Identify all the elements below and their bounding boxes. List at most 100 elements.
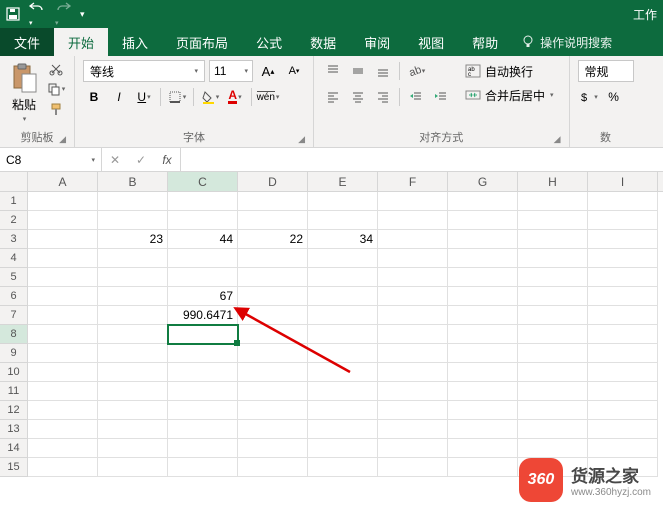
cell-H3[interactable] xyxy=(518,230,588,249)
merge-center-button[interactable]: 合并后居中 ▾ xyxy=(458,84,561,106)
cell-A8[interactable] xyxy=(28,325,98,344)
cell-G5[interactable] xyxy=(448,268,518,287)
cell-E7[interactable] xyxy=(308,306,378,325)
cell-F10[interactable] xyxy=(378,363,448,382)
phonetic-button[interactable]: wén▾ xyxy=(257,86,279,108)
cell-E13[interactable] xyxy=(308,420,378,439)
tab-data[interactable]: 数据 xyxy=(296,28,350,56)
cell-H14[interactable] xyxy=(518,439,588,458)
cell-E2[interactable] xyxy=(308,211,378,230)
cell-H13[interactable] xyxy=(518,420,588,439)
cell-I14[interactable] xyxy=(588,439,658,458)
cell-D5[interactable] xyxy=(238,268,308,287)
cell-C3[interactable]: 44 xyxy=(168,230,238,249)
row-header[interactable]: 4 xyxy=(0,249,28,268)
row-header[interactable]: 14 xyxy=(0,439,28,458)
col-header-H[interactable]: H xyxy=(518,172,588,191)
cell-E10[interactable] xyxy=(308,363,378,382)
cell-I13[interactable] xyxy=(588,420,658,439)
qat-customize-icon[interactable]: ▾ xyxy=(80,9,85,20)
cell-E12[interactable] xyxy=(308,401,378,420)
cell-E8[interactable] xyxy=(308,325,378,344)
cell-D14[interactable] xyxy=(238,439,308,458)
cell-G6[interactable] xyxy=(448,287,518,306)
cell-D15[interactable] xyxy=(238,458,308,477)
cell-D2[interactable] xyxy=(238,211,308,230)
cell-G7[interactable] xyxy=(448,306,518,325)
cell-A12[interactable] xyxy=(28,401,98,420)
cell-B1[interactable] xyxy=(98,192,168,211)
cell-E11[interactable] xyxy=(308,382,378,401)
cell-B3[interactable]: 23 xyxy=(98,230,168,249)
row-header[interactable]: 6 xyxy=(0,287,28,306)
cell-B4[interactable] xyxy=(98,249,168,268)
cell-G15[interactable] xyxy=(448,458,518,477)
cell-G10[interactable] xyxy=(448,363,518,382)
cell-C10[interactable] xyxy=(168,363,238,382)
font-launcher[interactable]: ◢ xyxy=(298,134,305,145)
cell-G3[interactable] xyxy=(448,230,518,249)
row-header[interactable]: 3 xyxy=(0,230,28,249)
cell-E14[interactable] xyxy=(308,439,378,458)
cell-F15[interactable] xyxy=(378,458,448,477)
row-header[interactable]: 2 xyxy=(0,211,28,230)
tab-insert[interactable]: 插入 xyxy=(108,28,162,56)
cell-C9[interactable] xyxy=(168,344,238,363)
number-format-select[interactable]: 常规 xyxy=(578,60,634,82)
cell-C6[interactable]: 67 xyxy=(168,287,238,306)
cell-F12[interactable] xyxy=(378,401,448,420)
cell-C13[interactable] xyxy=(168,420,238,439)
cell-C5[interactable] xyxy=(168,268,238,287)
row-header[interactable]: 15 xyxy=(0,458,28,477)
cell-H9[interactable] xyxy=(518,344,588,363)
row-header[interactable]: 12 xyxy=(0,401,28,420)
cell-G13[interactable] xyxy=(448,420,518,439)
bold-button[interactable]: B xyxy=(83,86,105,108)
percent-button[interactable]: % xyxy=(603,86,625,108)
col-header-G[interactable]: G xyxy=(448,172,518,191)
cell-A7[interactable] xyxy=(28,306,98,325)
clipboard-launcher[interactable]: ◢ xyxy=(59,134,66,145)
row-header[interactable]: 11 xyxy=(0,382,28,401)
row-header[interactable]: 8 xyxy=(0,325,28,344)
cell-B13[interactable] xyxy=(98,420,168,439)
cell-D6[interactable] xyxy=(238,287,308,306)
cell-F14[interactable] xyxy=(378,439,448,458)
cell-C15[interactable] xyxy=(168,458,238,477)
align-center-button[interactable] xyxy=(347,86,369,108)
col-header-E[interactable]: E xyxy=(308,172,378,191)
tab-layout[interactable]: 页面布局 xyxy=(162,28,242,56)
cell-B12[interactable] xyxy=(98,401,168,420)
cell-F8[interactable] xyxy=(378,325,448,344)
cell-F2[interactable] xyxy=(378,211,448,230)
cell-E4[interactable] xyxy=(308,249,378,268)
cell-I5[interactable] xyxy=(588,268,658,287)
cancel-formula-button[interactable]: ✕ xyxy=(102,148,128,171)
cell-H4[interactable] xyxy=(518,249,588,268)
align-left-button[interactable] xyxy=(322,86,344,108)
fx-button[interactable]: fx xyxy=(154,148,180,171)
cell-E9[interactable] xyxy=(308,344,378,363)
orientation-button[interactable]: ab▾ xyxy=(405,60,427,82)
tell-me-search[interactable]: 操作说明搜索 xyxy=(522,28,612,56)
cell-G11[interactable] xyxy=(448,382,518,401)
decrease-font-button[interactable]: A▾ xyxy=(283,60,305,82)
cell-I7[interactable] xyxy=(588,306,658,325)
row-header[interactable]: 5 xyxy=(0,268,28,287)
col-header-B[interactable]: B xyxy=(98,172,168,191)
cell-D7[interactable] xyxy=(238,306,308,325)
cell-H1[interactable] xyxy=(518,192,588,211)
cell-A3[interactable] xyxy=(28,230,98,249)
save-icon[interactable] xyxy=(6,7,20,21)
cell-I10[interactable] xyxy=(588,363,658,382)
cell-I2[interactable] xyxy=(588,211,658,230)
cell-I11[interactable] xyxy=(588,382,658,401)
cell-H6[interactable] xyxy=(518,287,588,306)
cell-G2[interactable] xyxy=(448,211,518,230)
align-top-button[interactable] xyxy=(322,60,344,82)
cell-A4[interactable] xyxy=(28,249,98,268)
cell-I12[interactable] xyxy=(588,401,658,420)
italic-button[interactable]: I xyxy=(108,86,130,108)
cell-D13[interactable] xyxy=(238,420,308,439)
cell-H5[interactable] xyxy=(518,268,588,287)
